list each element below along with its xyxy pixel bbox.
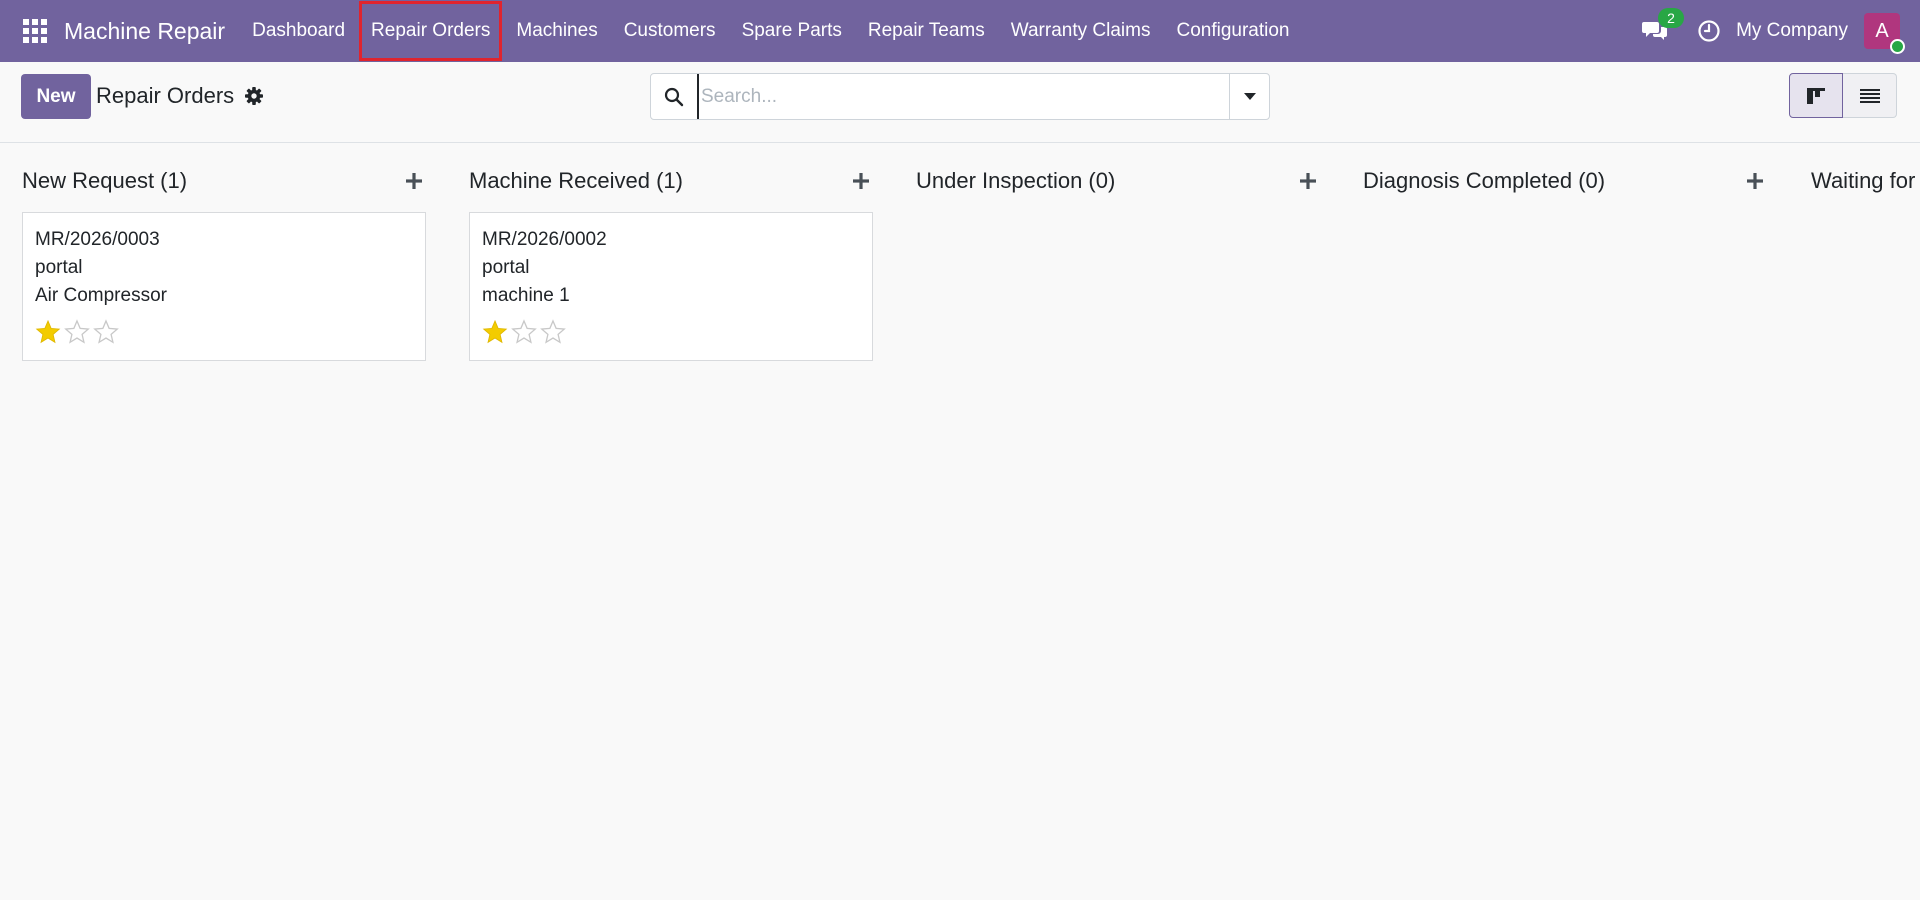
card-customer: portal — [482, 257, 530, 278]
kanban-column-waiting-for: Waiting for — [1811, 143, 1920, 900]
search-input[interactable] — [697, 74, 1229, 119]
control-panel: New Repair Orders — [0, 62, 1920, 143]
column-title[interactable]: Machine Received (1) — [469, 168, 683, 194]
menu-item-configuration[interactable]: Configuration — [1163, 0, 1302, 62]
column-title[interactable]: New Request (1) — [22, 168, 187, 194]
card-machine: Air Compressor — [35, 285, 167, 306]
column-title[interactable]: Under Inspection (0) — [916, 168, 1115, 194]
card-customer: portal — [35, 257, 83, 278]
menu-item-spare-parts[interactable]: Spare Parts — [729, 0, 855, 62]
actions-gear-button[interactable] — [243, 85, 265, 107]
column-header: Machine Received (1) — [469, 163, 873, 199]
column-title[interactable]: Diagnosis Completed (0) — [1363, 168, 1605, 194]
column-header: Waiting for — [1811, 163, 1920, 199]
messaging-button[interactable]: 2 — [1640, 8, 1685, 46]
navbar-systray: 2 My Company A — [1640, 0, 1920, 62]
kanban-column-diagnosis-completed: Diagnosis Completed (0) — [1363, 143, 1767, 900]
menu-item-warranty-claims[interactable]: Warranty Claims — [998, 0, 1164, 62]
main-menu: Dashboard Repair Orders Machines Custome… — [239, 0, 1302, 62]
column-title[interactable]: Waiting for — [1811, 168, 1915, 194]
apps-menu-icon[interactable] — [18, 14, 52, 48]
star-empty-icon[interactable] — [510, 319, 538, 345]
card-reference: MR/2026/0003 — [35, 229, 160, 250]
gear-icon — [245, 87, 263, 105]
kanban-card-repair-order[interactable]: MR/2026/0003 portal Air Compressor — [22, 212, 426, 361]
kanban-view-icon — [1807, 87, 1825, 104]
column-quick-create-plus-icon[interactable] — [849, 169, 873, 193]
star-filled-icon[interactable] — [34, 319, 62, 345]
column-header: New Request (1) — [22, 163, 426, 199]
view-switcher — [1789, 73, 1897, 118]
star-empty-icon[interactable] — [539, 319, 567, 345]
search-bar — [650, 73, 1270, 120]
column-quick-create-plus-icon[interactable] — [1296, 169, 1320, 193]
menu-item-machines[interactable]: Machines — [503, 0, 610, 62]
breadcrumb: Repair Orders — [96, 83, 235, 108]
avatar-letter: A — [1875, 19, 1889, 42]
messages-count-badge: 2 — [1658, 8, 1685, 28]
list-view-button[interactable] — [1843, 73, 1897, 118]
kanban-card-repair-order[interactable]: MR/2026/0002 portal machine 1 — [469, 212, 873, 361]
list-view-icon — [1859, 88, 1880, 103]
card-reference: MR/2026/0002 — [482, 229, 607, 250]
online-status-icon — [1890, 39, 1905, 54]
star-empty-icon[interactable] — [63, 319, 91, 345]
card-machine: machine 1 — [482, 285, 570, 306]
column-header: Under Inspection (0) — [916, 163, 1320, 199]
caret-down-icon — [1243, 92, 1256, 100]
app-name[interactable]: Machine Repair — [64, 18, 225, 45]
clock-icon — [1698, 20, 1720, 42]
column-quick-create-plus-icon[interactable] — [402, 169, 426, 193]
menu-item-customers[interactable]: Customers — [611, 0, 729, 62]
kanban-column-new-request: New Request (1) MR/2026/0003 portal Air … — [22, 143, 426, 900]
kanban-column-under-inspection: Under Inspection (0) — [916, 143, 1320, 900]
kanban-board: New Request (1) MR/2026/0003 portal Air … — [0, 143, 1920, 900]
search-icon — [651, 74, 697, 119]
new-button[interactable]: New — [21, 74, 91, 119]
menu-item-dashboard[interactable]: Dashboard — [239, 0, 358, 62]
activity-button[interactable] — [1696, 18, 1722, 44]
menu-item-repair-teams[interactable]: Repair Teams — [855, 0, 998, 62]
company-switcher[interactable]: My Company — [1736, 20, 1848, 42]
star-filled-icon[interactable] — [481, 319, 509, 345]
star-empty-icon[interactable] — [92, 319, 120, 345]
priority-stars — [481, 319, 568, 345]
kanban-view-button[interactable] — [1789, 73, 1843, 118]
column-quick-create-plus-icon[interactable] — [1743, 169, 1767, 193]
column-header: Diagnosis Completed (0) — [1363, 163, 1767, 199]
top-navbar: Machine Repair Dashboard Repair Orders M… — [0, 0, 1920, 62]
priority-stars — [34, 319, 121, 345]
kanban-column-machine-received: Machine Received (1) MR/2026/0002 portal… — [469, 143, 873, 900]
menu-item-repair-orders[interactable]: Repair Orders — [358, 0, 503, 62]
user-avatar[interactable]: A — [1864, 13, 1905, 54]
search-options-toggle[interactable] — [1229, 74, 1269, 119]
